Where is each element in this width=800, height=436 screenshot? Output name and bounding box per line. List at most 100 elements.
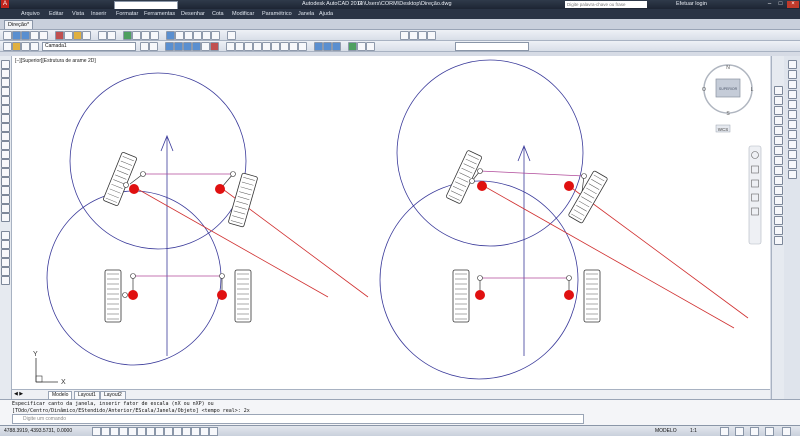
menu-vista[interactable]: Vista bbox=[72, 11, 84, 17]
modify-scale-icon[interactable] bbox=[774, 156, 783, 165]
modify-extend-icon[interactable] bbox=[774, 186, 783, 195]
menu-parametrico[interactable]: Paramétrico bbox=[262, 11, 292, 17]
open-icon[interactable] bbox=[12, 31, 21, 40]
hatch-tool-icon[interactable] bbox=[1, 177, 10, 186]
dim-angular-icon[interactable] bbox=[788, 120, 797, 129]
dim-edit-icon[interactable] bbox=[788, 170, 797, 179]
draw-arc-icon[interactable] bbox=[1, 105, 10, 114]
viewcube[interactable]: SUPERIOR N L S O WCS bbox=[702, 64, 754, 133]
revcloud-icon[interactable] bbox=[1, 123, 10, 132]
cut-icon[interactable] bbox=[55, 31, 64, 40]
tool-palettes-icon[interactable] bbox=[184, 31, 193, 40]
render-icon[interactable] bbox=[366, 42, 375, 51]
offset-tool-icon[interactable] bbox=[1, 258, 10, 267]
match-properties-icon[interactable] bbox=[82, 31, 91, 40]
modify-move-icon[interactable] bbox=[774, 136, 783, 145]
save-icon[interactable] bbox=[21, 31, 30, 40]
dim-ordinate-icon[interactable] bbox=[788, 90, 797, 99]
annotation-scale[interactable]: 1:1 bbox=[690, 428, 697, 434]
table-icon[interactable] bbox=[1, 204, 10, 213]
modify-rotate-icon[interactable] bbox=[774, 146, 783, 155]
tab-nav-icon[interactable]: ◀ ▶ bbox=[14, 391, 23, 397]
command-input[interactable]: Digite um comando bbox=[12, 414, 584, 424]
layer-on-icon[interactable] bbox=[21, 42, 30, 51]
layer-properties-icon[interactable] bbox=[3, 42, 12, 51]
make-current-icon[interactable] bbox=[140, 42, 149, 51]
navigation-bar[interactable] bbox=[748, 145, 762, 245]
view-top-icon[interactable] bbox=[314, 42, 323, 51]
menu-editar[interactable]: Editar bbox=[49, 11, 63, 17]
zoom-window-icon[interactable] bbox=[141, 31, 150, 40]
dim-tolerance-icon[interactable] bbox=[788, 150, 797, 159]
dim-aligned-icon[interactable] bbox=[788, 70, 797, 79]
properties-icon[interactable] bbox=[166, 31, 175, 40]
preview-icon[interactable] bbox=[39, 31, 48, 40]
menu-ajuda[interactable]: Ajuda bbox=[319, 11, 333, 17]
paste-icon[interactable] bbox=[73, 31, 82, 40]
help-icon[interactable] bbox=[227, 31, 236, 40]
draw-circle-icon[interactable] bbox=[1, 114, 10, 123]
sheet-set-icon[interactable] bbox=[193, 31, 202, 40]
construction-line-icon[interactable] bbox=[1, 69, 10, 78]
layer-freeze-icon[interactable] bbox=[30, 42, 39, 51]
fillet-icon[interactable] bbox=[289, 42, 298, 51]
ellipse-icon[interactable] bbox=[1, 141, 10, 150]
gradient-icon[interactable] bbox=[1, 186, 10, 195]
tab-document[interactable]: Direção* bbox=[4, 20, 34, 29]
undo-icon[interactable] bbox=[98, 31, 107, 40]
print-icon[interactable] bbox=[30, 31, 39, 40]
model-viewport[interactable]: [−][Superior][Estrutura de arame 2D] Y X… bbox=[12, 56, 770, 389]
modify-fillet-icon[interactable] bbox=[774, 226, 783, 235]
menu-ferramentas[interactable]: Ferramentas bbox=[144, 11, 175, 17]
erase-icon[interactable] bbox=[1, 231, 10, 240]
modify-break-icon[interactable] bbox=[774, 196, 783, 205]
draw-line-icon[interactable] bbox=[1, 60, 10, 69]
copy-icon[interactable] bbox=[64, 31, 73, 40]
dim-continue-icon[interactable] bbox=[788, 140, 797, 149]
app-menu-icon[interactable]: A bbox=[1, 0, 9, 8]
menu-formatar[interactable]: Formatar bbox=[116, 11, 138, 17]
zoom-realtime-icon[interactable] bbox=[132, 31, 141, 40]
dim-style-icon[interactable] bbox=[409, 31, 418, 40]
modify-mirror-icon[interactable] bbox=[774, 106, 783, 115]
menu-inserir[interactable]: Inserir bbox=[91, 11, 106, 17]
circle-icon[interactable] bbox=[183, 42, 192, 51]
dim-diameter-icon[interactable] bbox=[788, 110, 797, 119]
mleader-style-icon[interactable] bbox=[427, 31, 436, 40]
visual-style-combo[interactable] bbox=[455, 42, 529, 51]
drawing-canvas[interactable]: Y X SUPERIOR N L S O WCS bbox=[12, 56, 770, 389]
line-icon[interactable] bbox=[165, 42, 174, 51]
calculator-icon[interactable] bbox=[211, 31, 220, 40]
orbit-icon[interactable] bbox=[348, 42, 357, 51]
menu-janela[interactable]: Janela bbox=[298, 11, 314, 17]
menu-cota[interactable]: Cota bbox=[212, 11, 224, 17]
polygon-icon[interactable] bbox=[1, 87, 10, 96]
extend-icon[interactable] bbox=[280, 42, 289, 51]
dim-center-icon[interactable] bbox=[788, 160, 797, 169]
new-icon[interactable] bbox=[3, 31, 12, 40]
design-center-icon[interactable] bbox=[175, 31, 184, 40]
region-icon[interactable] bbox=[1, 195, 10, 204]
arc-icon[interactable] bbox=[192, 42, 201, 51]
insert-block-icon[interactable] bbox=[1, 150, 10, 159]
modify-stretch-icon[interactable] bbox=[774, 166, 783, 175]
modify-erase-icon[interactable] bbox=[774, 86, 783, 95]
hatch-icon[interactable] bbox=[210, 42, 219, 51]
mtext-icon[interactable] bbox=[1, 213, 10, 222]
explode-icon[interactable] bbox=[298, 42, 307, 51]
layer-combo[interactable]: Camada1 bbox=[42, 42, 136, 51]
trim-icon[interactable] bbox=[271, 42, 280, 51]
layer-previous-icon[interactable] bbox=[149, 42, 158, 51]
copy-object-icon[interactable] bbox=[235, 42, 244, 51]
modify-copy-icon[interactable] bbox=[774, 96, 783, 105]
markup-icon[interactable] bbox=[202, 31, 211, 40]
point-icon[interactable] bbox=[1, 168, 10, 177]
modify-chamfer-icon[interactable] bbox=[774, 216, 783, 225]
maximize-icon[interactable]: □ bbox=[776, 1, 785, 8]
modify-offset-icon[interactable] bbox=[774, 116, 783, 125]
dim-radius-icon[interactable] bbox=[788, 100, 797, 109]
draw-polyline-icon[interactable] bbox=[1, 78, 10, 87]
copy-tool-icon[interactable] bbox=[1, 240, 10, 249]
menu-desenhar[interactable]: Desenhar bbox=[181, 11, 205, 17]
view-front-icon[interactable] bbox=[323, 42, 332, 51]
